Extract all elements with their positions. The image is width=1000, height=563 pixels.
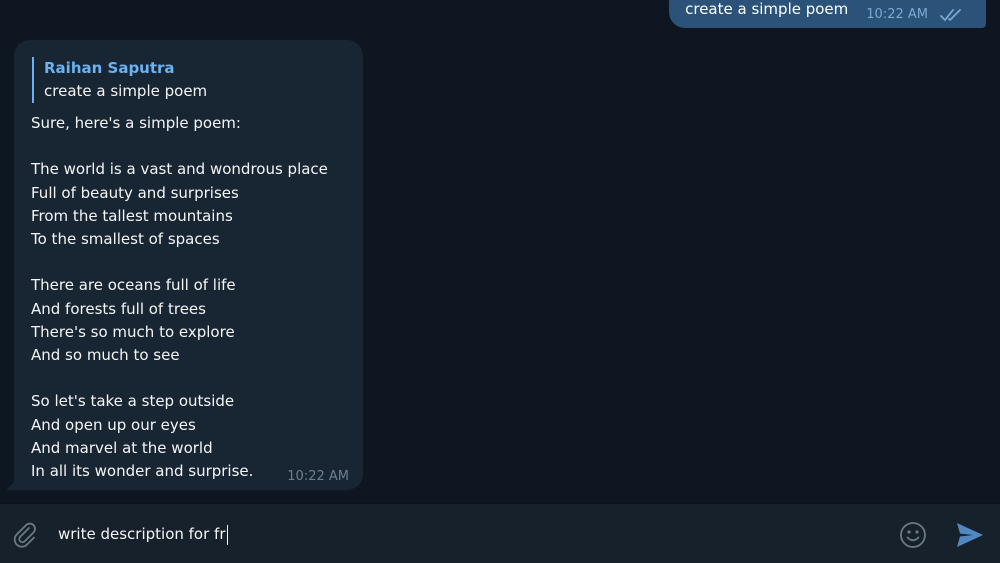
send-icon[interactable]	[954, 519, 986, 551]
paperclip-icon[interactable]	[10, 520, 40, 550]
message-composer: write description for fr	[0, 503, 1000, 563]
outgoing-message-time: 10:22 AM	[866, 7, 928, 22]
message-line	[31, 135, 351, 158]
incoming-message-text: Sure, here's a simple poem: The world is…	[31, 112, 351, 483]
message-line: There's so much to explore	[31, 322, 235, 341]
message-line: From the tallest mountains	[31, 206, 233, 225]
message-line: To the smallest of spaces	[31, 230, 220, 248]
incoming-message[interactable]: Raihan Saputra create a simple poem Sure…	[14, 40, 363, 490]
outgoing-message-text: create a simple poem	[685, 0, 849, 18]
message-input[interactable]: write description for fr	[58, 518, 878, 550]
outgoing-message-meta: 10:22 AM	[866, 7, 964, 22]
message-line	[31, 251, 351, 274]
message-line: So let's take a step outside	[31, 392, 235, 411]
chat-area: create a simple poem 10:22 AM Raihan Sap…	[0, 0, 1000, 503]
message-line: And so much to see	[31, 346, 180, 364]
double-check-icon	[940, 8, 961, 21]
reply-quote[interactable]: Raihan Saputra create a simple poem	[32, 57, 207, 103]
message-line: Full of beauty and surprises	[31, 183, 239, 202]
message-line: And open up our eyes	[31, 415, 196, 434]
text-caret	[226, 524, 228, 545]
outgoing-message[interactable]: create a simple poem 10:22 AM	[669, 0, 986, 28]
reply-quoted-text: create a simple poem	[44, 82, 208, 100]
message-line	[31, 367, 351, 390]
message-line: And marvel at the world	[31, 438, 213, 457]
message-line: And forests full of trees	[31, 299, 206, 318]
incoming-message-time: 10:22 AM	[287, 469, 349, 484]
message-line: The world is a vast and wondrous place	[31, 160, 328, 179]
message-line: Sure, here's a simple poem:	[31, 114, 241, 132]
smiley-icon[interactable]	[898, 520, 928, 550]
reply-sender-name: Raihan Saputra	[44, 59, 175, 77]
message-input-value: write description for fr	[58, 525, 226, 543]
message-line: There are oceans full of life	[31, 276, 236, 295]
